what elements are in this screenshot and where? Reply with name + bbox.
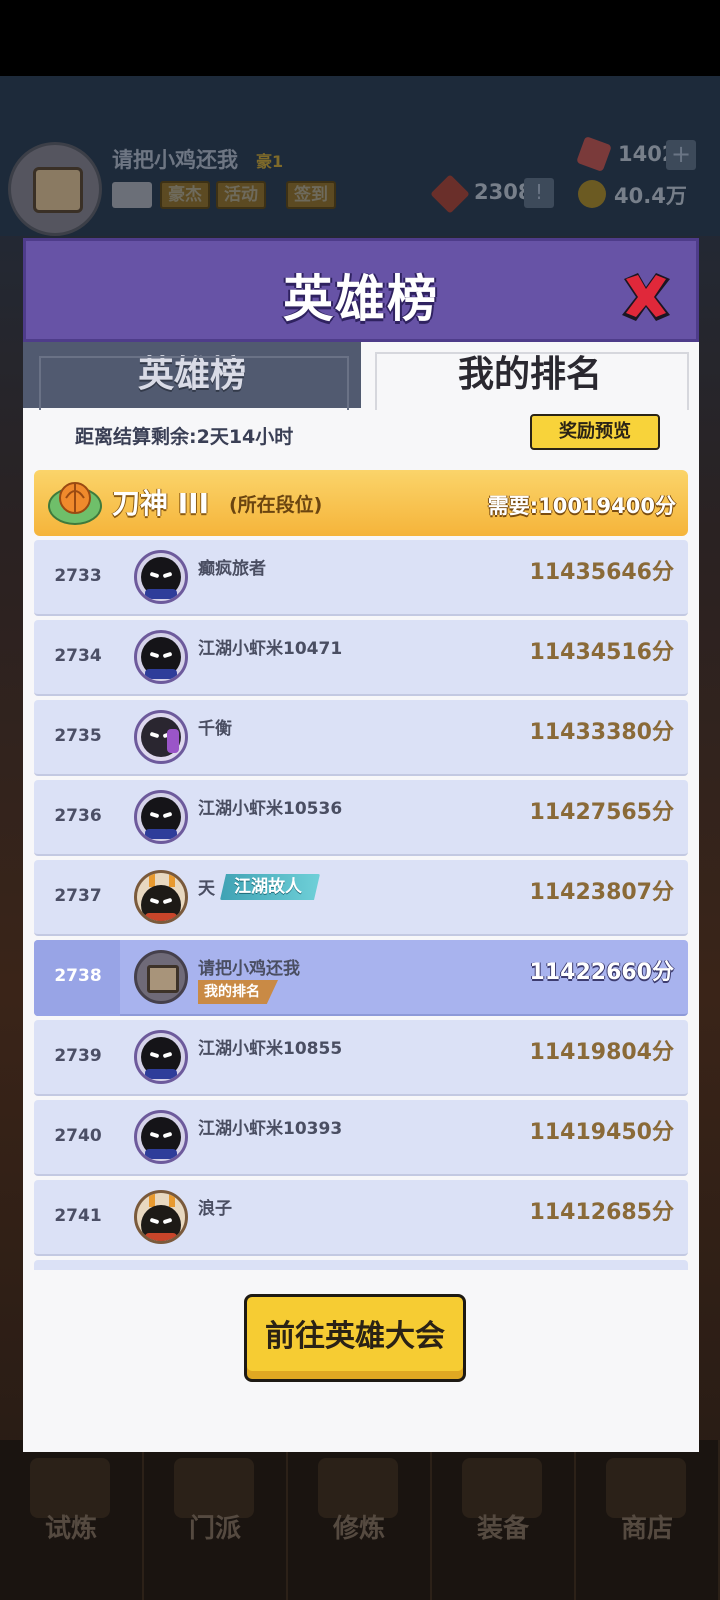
leaderboard-dialog: 英雄榜 英雄榜 我的排名 距离结算剩余:2天14小时 奖励预览 刀神 III (… bbox=[23, 238, 699, 1452]
player-avatar-icon[interactable] bbox=[134, 790, 188, 844]
player-score: 11434516分 bbox=[529, 640, 674, 665]
player-score: 11412685分 bbox=[529, 1200, 674, 1225]
add-gems-button[interactable]: + bbox=[666, 140, 696, 170]
title-badge: 江湖故人 bbox=[220, 874, 320, 900]
player-name: 请把小鸡还我 bbox=[112, 148, 238, 172]
tier-emblem-icon bbox=[48, 482, 102, 525]
nav-trial[interactable]: 试炼 bbox=[0, 1440, 144, 1600]
close-button[interactable] bbox=[616, 267, 676, 327]
settlement-countdown: 距离结算剩余:2天14小时 bbox=[75, 426, 294, 448]
tier-requirement: 需要:10019400分 bbox=[487, 494, 676, 518]
nav-sect[interactable]: 门派 bbox=[144, 1440, 288, 1600]
mail-icon[interactable] bbox=[112, 182, 152, 208]
go-to-hero-tournament-button[interactable]: 前往英雄大会 bbox=[244, 1294, 466, 1382]
player-name: 请把小鸡还我 bbox=[198, 959, 300, 979]
checkin-button[interactable]: 签到 bbox=[286, 181, 336, 209]
player-name: 江湖小虾米10536 bbox=[198, 799, 343, 819]
tier-bar: 刀神 III (所在段位) 需要:10019400分 bbox=[34, 470, 688, 536]
chest-icon bbox=[33, 167, 83, 213]
ranking-row[interactable]: 2740 江湖小虾米10393 11419450分 bbox=[34, 1100, 688, 1176]
ranking-row[interactable]: 2741 浪子 11412685分 bbox=[34, 1180, 688, 1256]
player-avatar-icon[interactable] bbox=[134, 1030, 188, 1084]
player-avatar-icon[interactable] bbox=[134, 630, 188, 684]
status-bar bbox=[0, 0, 720, 76]
rank-number: 2740 bbox=[54, 1126, 102, 1146]
game-header bbox=[0, 76, 720, 236]
player-score: 11419450分 bbox=[529, 1120, 674, 1145]
ranking-row[interactable]: 2736 江湖小虾米10536 11427565分 bbox=[34, 780, 688, 856]
dialog-header: 英雄榜 bbox=[23, 238, 699, 342]
rank-number: 2736 bbox=[54, 806, 102, 826]
ranking-row[interactable]: 2734 江湖小虾米10471 11434516分 bbox=[34, 620, 688, 696]
nav-label: 门派 bbox=[188, 1514, 241, 1544]
ranking-row[interactable]: 2733 癫疯旅者 11435646分 bbox=[34, 540, 688, 616]
alert-button[interactable]: ! bbox=[524, 178, 554, 208]
ranking-row[interactable]: 2739 江湖小虾米10855 11419804分 bbox=[34, 1020, 688, 1096]
nav-label: 商店 bbox=[620, 1514, 673, 1544]
player-avatar[interactable] bbox=[8, 142, 102, 236]
player-avatar-icon[interactable] bbox=[134, 1190, 188, 1244]
player-avatar-icon[interactable] bbox=[134, 1110, 188, 1164]
dialog-title: 英雄榜 bbox=[283, 270, 439, 328]
tab-bar: 英雄榜 我的排名 bbox=[23, 342, 699, 410]
rank-number: 2741 bbox=[54, 1206, 102, 1226]
close-icon bbox=[622, 273, 670, 321]
nav-shop[interactable]: 商店 bbox=[576, 1440, 720, 1600]
ranking-row[interactable]: 2737 天 江湖故人 11423807分 bbox=[34, 860, 688, 936]
tier-name: 刀神 III bbox=[112, 487, 210, 520]
player-score: 11433380分 bbox=[529, 720, 674, 745]
my-ranking-row[interactable]: 2738 请把小鸡还我 我的排名 11422660分 bbox=[34, 940, 688, 1016]
player-avatar-icon[interactable] bbox=[134, 550, 188, 604]
rank-number: 2737 bbox=[54, 886, 102, 906]
rank-number: 2734 bbox=[54, 646, 102, 666]
player-score: 11419804分 bbox=[529, 1040, 674, 1065]
player-name: 江湖小虾米10393 bbox=[198, 1119, 343, 1139]
rank-number: 2735 bbox=[54, 726, 102, 746]
player-name: 千衡 bbox=[198, 719, 232, 739]
nav-cultivate[interactable]: 修炼 bbox=[288, 1440, 432, 1600]
player-name: 天 bbox=[198, 879, 215, 899]
ranking-list[interactable]: 2733 癫疯旅者 11435646分 2734 江湖小虾米10471 1143… bbox=[34, 540, 688, 1270]
player-score: 11422660分 bbox=[529, 960, 674, 985]
player-avatar-icon[interactable] bbox=[134, 950, 188, 1004]
coins-value: 40.4万 bbox=[614, 184, 687, 208]
tab-my-rank[interactable]: 我的排名 bbox=[361, 342, 699, 410]
rank-number: 2733 bbox=[54, 566, 102, 586]
player-name: 癫疯旅者 bbox=[198, 559, 266, 579]
coin-icon bbox=[578, 180, 606, 208]
my-rank-badge: 我的排名 bbox=[198, 980, 278, 1004]
player-avatar-icon[interactable] bbox=[134, 870, 188, 924]
nav-label: 试炼 bbox=[44, 1514, 97, 1544]
rank-number: 2738 bbox=[54, 966, 102, 986]
tab-leaderboard[interactable]: 英雄榜 bbox=[23, 342, 361, 410]
player-name: 江湖小虾米10855 bbox=[198, 1039, 343, 1059]
player-name: 江湖小虾米10471 bbox=[198, 639, 343, 659]
nav-label: 修炼 bbox=[332, 1514, 385, 1544]
rank-number: 2739 bbox=[54, 1046, 102, 1066]
tier-subtitle: (所在段位) bbox=[229, 494, 323, 516]
event-button[interactable]: 活动 bbox=[216, 181, 266, 209]
ranking-row-partial[interactable] bbox=[34, 1260, 688, 1270]
ranking-row[interactable]: 2735 千衡 11433380分 bbox=[34, 700, 688, 776]
player-name: 浪子 bbox=[198, 1199, 232, 1219]
nav-equipment[interactable]: 装备 bbox=[432, 1440, 576, 1600]
bottom-nav: 试炼 门派 修炼 装备 商店 bbox=[0, 1440, 720, 1600]
player-score: 11427565分 bbox=[529, 800, 674, 825]
reward-preview-button[interactable]: 奖励预览 bbox=[530, 414, 660, 450]
player-rank-tag: 豪1 bbox=[256, 152, 284, 171]
hero-button[interactable]: 豪杰 bbox=[160, 181, 210, 209]
player-score: 11423807分 bbox=[529, 880, 674, 905]
player-avatar-icon[interactable] bbox=[134, 710, 188, 764]
nav-label: 装备 bbox=[476, 1514, 529, 1544]
player-score: 11435646分 bbox=[529, 560, 674, 585]
